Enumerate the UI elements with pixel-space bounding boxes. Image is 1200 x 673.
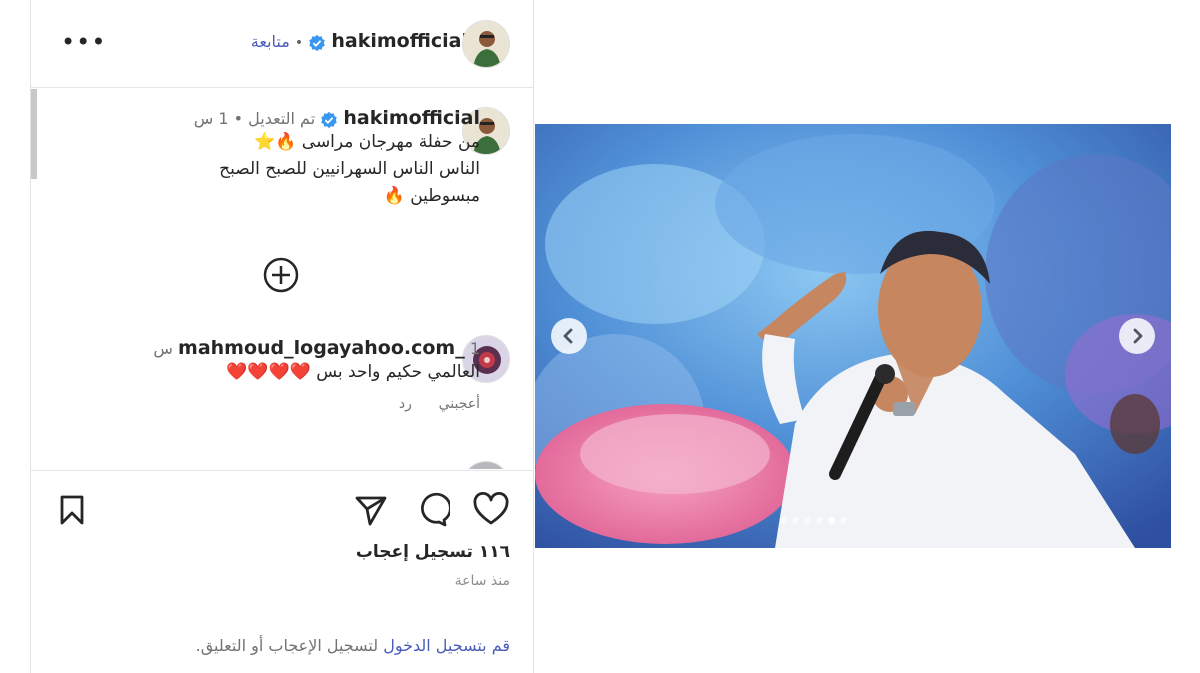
caption-time[interactable]: 1 س: [194, 109, 229, 128]
caption-line-2: الناس الناس السهرانيين للصبح الصبح: [219, 159, 480, 179]
previous-photo-button[interactable]: [551, 318, 587, 354]
carousel-dot: [804, 517, 811, 524]
likes-count[interactable]: ١١٦ تسجيل إعجاب: [356, 542, 510, 562]
header-separator: •: [294, 35, 304, 51]
caption-separator: •: [233, 109, 244, 128]
login-prompt: قم بتسجيل الدخول لتسجيل الإعجاب أو التعل…: [196, 636, 510, 655]
caption-line-1: من حفلة مهرجان مراسى 🔥⭐: [254, 132, 480, 152]
comment-text: العالمي حكيم واحد بس ❤️❤️❤️❤️: [226, 362, 480, 382]
comment-icon[interactable]: [412, 491, 450, 529]
next-photo-button[interactable]: [1119, 318, 1155, 354]
carousel-dot: [840, 517, 847, 524]
post-info-panel: ••• hakimofficial • متابعة hakimofficial…: [31, 0, 534, 673]
more-options-icon[interactable]: •••: [61, 30, 106, 54]
comments-scroll-area[interactable]: hakimofficial تم التعديل • 1 س من حفلة م…: [31, 89, 534, 469]
post-photo[interactable]: [535, 124, 1171, 548]
share-icon[interactable]: [352, 491, 390, 529]
carousel-dot: [780, 517, 787, 524]
carousel-dot: [828, 517, 835, 524]
caption-username[interactable]: hakimofficial: [343, 107, 480, 129]
post-actions: ١١٦ تسجيل إعجاب منذ ساعة قم بتسجيل الدخو…: [31, 470, 534, 673]
verified-badge-icon: [309, 34, 325, 51]
carousel-indicator: [780, 517, 847, 524]
save-bookmark-icon[interactable]: [53, 491, 91, 529]
scrollbar[interactable]: [31, 89, 37, 179]
caption-line-3: مبسوطين 🔥: [383, 186, 480, 206]
carousel-dot: [816, 517, 823, 524]
comment-username[interactable]: mahmoud_logayahoo.com_: [178, 337, 465, 359]
login-prompt-text: لتسجيل الإعجاب أو التعليق.: [195, 636, 384, 655]
chevron-right-icon: [1133, 328, 1143, 344]
media-panel: [535, 0, 1171, 673]
carousel-dot: [792, 517, 799, 524]
comment-reply-link[interactable]: رد: [399, 396, 412, 412]
login-link[interactable]: قم بتسجيل الدخول: [383, 636, 510, 655]
edited-label: تم التعديل: [248, 109, 316, 128]
comment-like-link[interactable]: أعجبني: [439, 396, 480, 412]
like-heart-icon[interactable]: [472, 491, 510, 529]
post-window: ••• hakimofficial • متابعة hakimofficial…: [30, 0, 1171, 673]
header-username[interactable]: hakimofficial: [331, 30, 468, 52]
comment-block: mahmoud_logayahoo.com_ 1 س العالمي حكيم …: [153, 337, 480, 412]
verified-badge-icon: [321, 111, 337, 128]
header-user-row: hakimofficial • متابعة: [251, 30, 468, 52]
header-avatar[interactable]: [462, 20, 510, 68]
caption-block: hakimofficial تم التعديل • 1 س من حفلة م…: [194, 107, 480, 210]
load-more-comments-icon[interactable]: [263, 257, 299, 293]
post-timestamp[interactable]: منذ ساعة: [455, 573, 510, 589]
follow-button[interactable]: متابعة: [251, 32, 290, 51]
post-header: ••• hakimofficial • متابعة: [31, 0, 534, 88]
concert-photo-image: [535, 124, 1171, 548]
chevron-left-icon: [563, 328, 573, 344]
next-comment-avatar[interactable]: [462, 461, 510, 469]
